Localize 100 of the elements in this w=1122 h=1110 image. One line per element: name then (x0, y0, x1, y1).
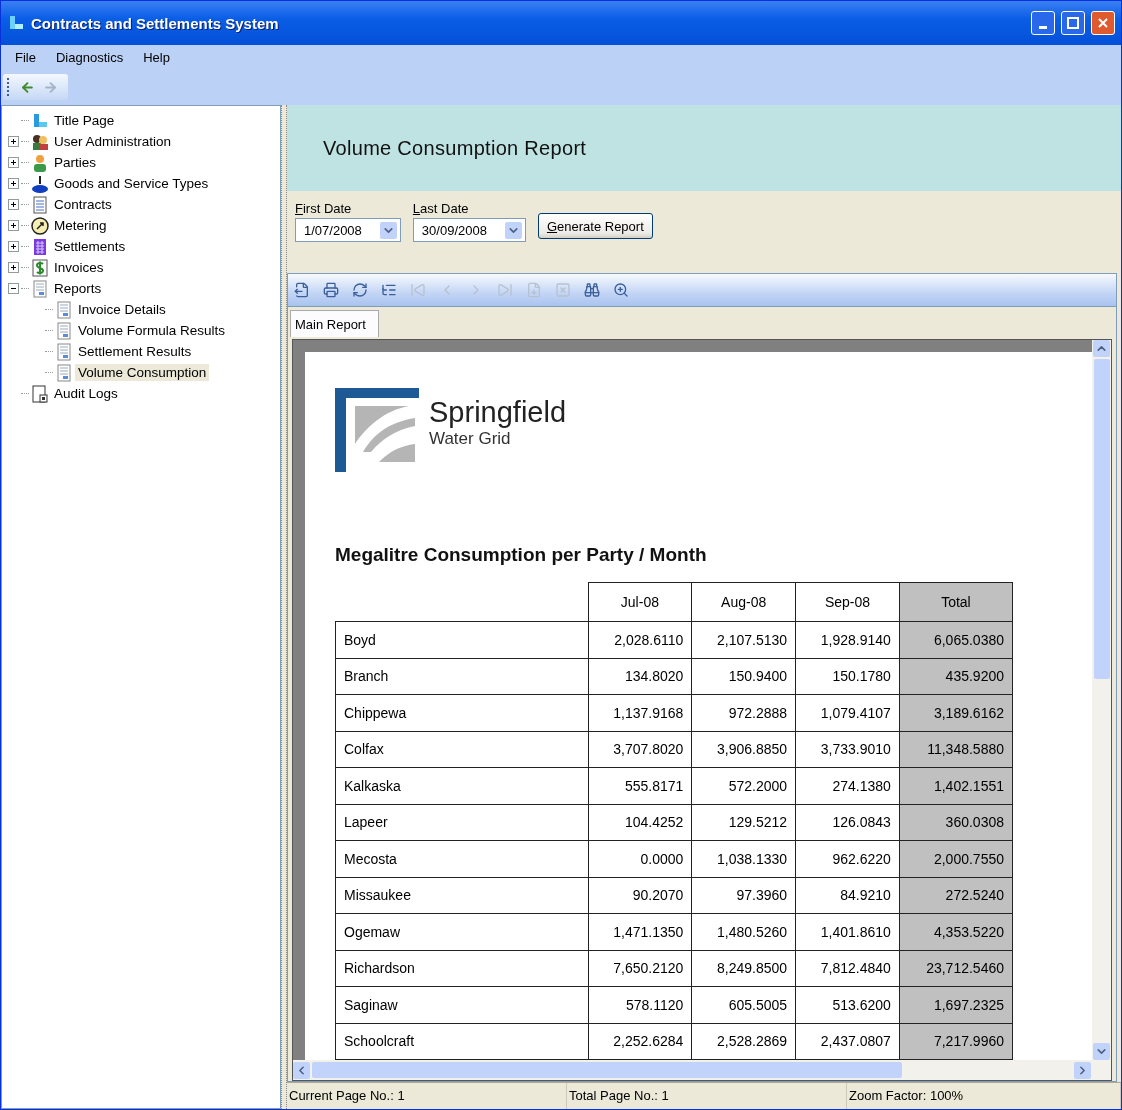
close-icon (1097, 17, 1109, 29)
report-icon (55, 363, 73, 382)
table-cell: 1,402.1551 (899, 767, 1013, 804)
page-title: Volume Consumption Report (323, 136, 587, 160)
export-icon[interactable] (294, 282, 310, 298)
table-cell: 2,028.6110 (588, 621, 692, 658)
field-label: Last Date (412, 201, 470, 216)
table-cell: 605.5005 (691, 986, 796, 1023)
tree-item[interactable]: Audit Logs (51, 385, 121, 402)
collapse-icon[interactable] (8, 283, 19, 294)
table-cell: 1,697.2325 (899, 986, 1013, 1023)
status-text: Total Page No.: 1 (567, 1083, 847, 1109)
tree-item[interactable]: Volume Consumption (75, 364, 210, 381)
expand-icon[interactable] (8, 136, 19, 147)
logo-name: Springfield (429, 396, 567, 429)
tree-item[interactable]: Settlement Results (75, 343, 195, 360)
table-cell: 0.0000 (588, 840, 692, 877)
table-cell: 272.5240 (899, 877, 1013, 914)
expand-icon[interactable] (8, 157, 19, 168)
column-header: Jul-08 (588, 582, 692, 622)
search-icon[interactable] (584, 282, 600, 298)
horizontal-scrollbar[interactable] (293, 1060, 1111, 1080)
table-cell: 3,707.8020 (588, 731, 692, 768)
refresh-icon[interactable] (352, 282, 368, 298)
table-cell: 126.0843 (795, 804, 900, 841)
report-tab[interactable]: Main Report (290, 310, 379, 337)
column-header: Aug-08 (691, 582, 796, 622)
table-cell: 555.8171 (588, 767, 692, 804)
tree-item[interactable]: Reports (51, 280, 105, 297)
menu-item[interactable]: Diagnostics (49, 47, 134, 67)
table-cell: Richardson (335, 950, 588, 987)
scroll-right-button[interactable] (1074, 1061, 1091, 1079)
tree-item[interactable]: Parties (51, 154, 100, 171)
vertical-scrollbar[interactable] (1092, 340, 1111, 1060)
table-cell: 2,528.2869 (691, 1023, 796, 1060)
close-button[interactable] (1091, 11, 1115, 35)
table-cell: 4,353.5220 (899, 913, 1013, 950)
scroll-up-button[interactable] (1093, 340, 1110, 357)
scroll-down-button[interactable] (1093, 1043, 1110, 1060)
expand-icon[interactable] (8, 220, 19, 231)
expand-icon[interactable] (8, 178, 19, 189)
date-picker[interactable]: 30/09/2008 (412, 218, 526, 242)
table-cell: Ogemaw (335, 913, 588, 950)
tree-item[interactable]: Invoice Details (75, 301, 169, 318)
scroll-left-button[interactable] (293, 1061, 310, 1079)
tree-icon[interactable] (381, 282, 397, 298)
table-cell: 7,812.4840 (795, 950, 900, 987)
table-cell: 7,650.2120 (588, 950, 692, 987)
date-picker[interactable]: 1/07/2008 (295, 218, 401, 242)
tree-item[interactable]: Contracts (51, 196, 115, 213)
table-cell: 578.1120 (588, 986, 692, 1023)
table-cell: Kalkaska (335, 767, 588, 804)
generate-report-button[interactable]: Generate Report (537, 213, 653, 239)
table-cell: Saginaw (335, 986, 588, 1023)
expand-icon[interactable] (8, 262, 19, 273)
status-text: Zoom Factor: 100% (847, 1083, 1121, 1109)
table-cell: 360.0308 (899, 804, 1013, 841)
tree-item[interactable]: Metering (51, 217, 110, 234)
table-cell: 3,189.6162 (899, 694, 1013, 731)
minimize-icon (1039, 25, 1047, 29)
tree-item[interactable]: Invoices (51, 259, 107, 276)
logo-subtitle: Water Grid (429, 429, 512, 449)
tree-item[interactable]: User Administration (51, 133, 175, 150)
print-icon[interactable] (323, 282, 339, 298)
table-cell: 6,065.0380 (899, 621, 1013, 658)
table-cell: Lapeer (335, 804, 588, 841)
table-title: Megalitre Consumption per Party / Month (335, 544, 708, 566)
zoom-icon[interactable] (613, 282, 629, 298)
person-icon (31, 153, 49, 172)
menu-item[interactable]: Help (137, 47, 180, 67)
table-cell: Branch (335, 658, 588, 695)
gauge-icon (31, 216, 49, 235)
table-cell: 962.6220 (795, 840, 900, 877)
table-cell: 134.8020 (588, 658, 692, 695)
table-cell: 1,137.9168 (588, 694, 692, 731)
table-cell: 11,348.5880 (899, 731, 1013, 768)
table-cell: 2,437.0807 (795, 1023, 900, 1060)
table-cell: 23,712.5460 (899, 950, 1013, 987)
tree-item[interactable]: Volume Formula Results (75, 322, 229, 339)
minimize-button[interactable] (1031, 11, 1055, 35)
tree-item[interactable]: Settlements (51, 238, 129, 255)
tree-item[interactable]: Title Page (51, 112, 118, 129)
table-cell: 274.1380 (795, 767, 900, 804)
tree-item[interactable]: Goods and Service Types (51, 175, 212, 192)
expand-icon[interactable] (8, 241, 19, 252)
table-cell: 1,471.1350 (588, 913, 692, 950)
menu-item[interactable]: File (9, 47, 46, 67)
table-cell: 513.6200 (795, 986, 900, 1023)
report-icon (55, 300, 73, 319)
table-cell: 150.9400 (691, 658, 796, 695)
expand-icon[interactable] (8, 199, 19, 210)
table-cell: 3,906.8850 (691, 731, 796, 768)
table-cell: Mecosta (335, 840, 588, 877)
table-cell: 3,733.9010 (795, 731, 900, 768)
table-cell: Schoolcraft (335, 1023, 588, 1060)
app-icon (7, 14, 25, 32)
dropdown-button[interactable] (379, 221, 397, 239)
table-cell: 1,928.9140 (795, 621, 900, 658)
dropdown-button[interactable] (504, 221, 522, 239)
maximize-button[interactable] (1061, 11, 1085, 35)
